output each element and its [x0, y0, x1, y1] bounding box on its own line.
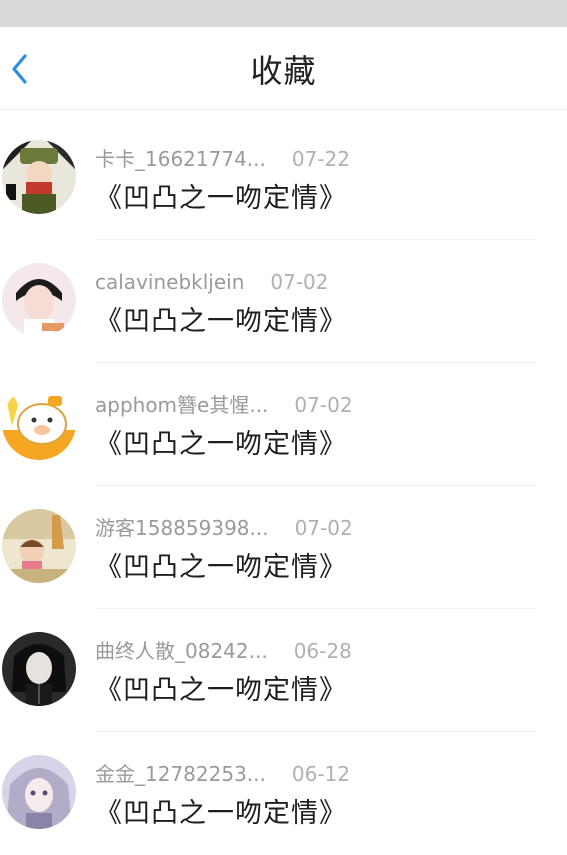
avatar[interactable] [2, 263, 76, 337]
item-title[interactable]: 《凹凸之一吻定情》 [95, 796, 347, 832]
item-title[interactable]: 《凹凸之一吻定情》 [95, 181, 347, 217]
item-title[interactable]: 《凹凸之一吻定情》 [95, 673, 347, 709]
avatar[interactable] [2, 755, 76, 829]
nav-bar: 收藏 [0, 27, 567, 110]
list-item[interactable]: 金金_12782253... 06-12 《凹凸之一吻定情》 [0, 732, 567, 855]
avatar[interactable] [2, 140, 76, 214]
favorites-list: 卡卡_16621774... 07-22 《凹凸之一吻定情》 calavinebk… [0, 117, 567, 855]
username: 游客158859398... [95, 516, 269, 540]
list-item[interactable]: 曲终人散_08242... 06-28 《凹凸之一吻定情》 [0, 609, 567, 732]
username: 卡卡_16621774... [95, 147, 266, 171]
list-item[interactable]: apphom簪e其惺... 07-02 《凹凸之一吻定情》 [0, 363, 567, 486]
date: 07-02 [294, 516, 353, 540]
username: 金金_12782253... [95, 762, 266, 786]
item-title[interactable]: 《凹凸之一吻定情》 [95, 550, 347, 586]
item-title[interactable]: 《凹凸之一吻定情》 [95, 427, 347, 463]
date: 06-28 [293, 639, 352, 663]
list-item[interactable]: 卡卡_16621774... 07-22 《凹凸之一吻定情》 [0, 117, 567, 240]
username: 曲终人散_08242... [95, 639, 268, 663]
avatar[interactable] [2, 386, 76, 460]
avatar[interactable] [2, 509, 76, 583]
date: 07-02 [294, 393, 353, 417]
username: apphom簪e其惺... [95, 393, 269, 417]
avatar[interactable] [2, 632, 76, 706]
date: 07-22 [291, 147, 350, 171]
item-title[interactable]: 《凹凸之一吻定情》 [95, 304, 347, 340]
date: 07-02 [270, 270, 329, 294]
date: 06-12 [291, 762, 350, 786]
page-title: 收藏 [250, 52, 317, 90]
list-item[interactable]: calavinebkljein 07-02 《凹凸之一吻定情》 [0, 240, 567, 363]
status-bar [0, 0, 567, 27]
list-item[interactable]: 游客158859398... 07-02 《凹凸之一吻定情》 [0, 486, 567, 609]
username: calavinebkljein [95, 270, 245, 294]
